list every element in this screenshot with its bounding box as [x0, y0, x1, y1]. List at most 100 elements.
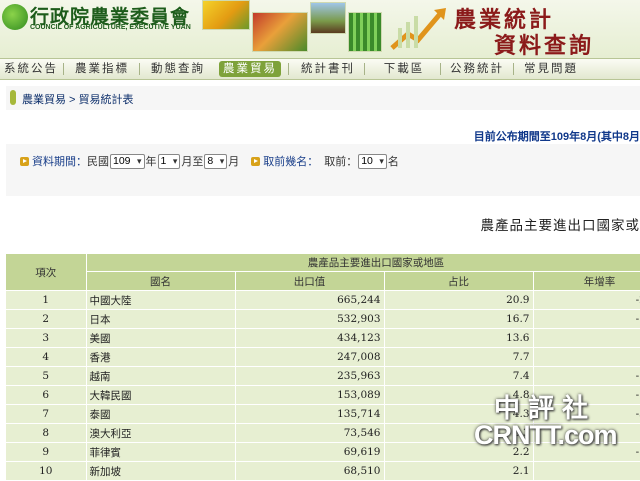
row-country: 中國大陸 [86, 290, 236, 310]
row-growth: -18.2 [533, 366, 640, 386]
row-share: 16.7 [384, 309, 534, 329]
row-country: 泰國 [86, 404, 236, 424]
row-export: 135,714 [235, 404, 385, 424]
row-index: 4 [6, 347, 87, 367]
col-header-share: 占比 [384, 271, 534, 291]
group-header: 農產品主要進出口國家或地區 [86, 254, 640, 272]
table-body: 1中國大陸665,24420.9-21.62日本532,90316.7-14.4… [6, 290, 640, 481]
row-growth: -14.4 [533, 309, 640, 329]
nav-divider [288, 63, 289, 75]
row-export: 665,244 [235, 290, 385, 310]
row-index: 6 [6, 385, 87, 405]
row-country: 越南 [86, 366, 236, 386]
watermark-en: CRNTT.com [474, 420, 618, 450]
nav-divider [440, 63, 441, 75]
table-row: 5越南235,9637.4-18.2 [6, 366, 640, 386]
row-share: 13.6 [384, 328, 534, 348]
row-index: 3 [6, 328, 87, 348]
breadcrumb[interactable]: 農業貿易 > 貿易統計表 [22, 91, 134, 107]
month-from-select[interactable]: 1 [157, 153, 181, 169]
nav-item-publications[interactable]: 統計書刊 [300, 61, 356, 77]
col-header-country: 國名 [86, 271, 236, 291]
row-country: 澳大利亞 [86, 423, 236, 443]
row-country: 大韓民國 [86, 385, 236, 405]
era-prefix: 民國 [87, 156, 109, 168]
month-to-label: 月至 [181, 156, 204, 168]
top-n-select[interactable]: 10 [358, 153, 387, 169]
row-index: 7 [6, 404, 87, 424]
row-growth: -21.6 [533, 290, 640, 310]
row-growth: 6.5 [533, 328, 640, 348]
nav-item-announcements[interactable]: 系統公告 [3, 61, 59, 77]
breadcrumb-bar: 農業貿易 > 貿易統計表 [6, 86, 640, 110]
period-label: 資料期間： [32, 156, 87, 168]
row-index: 5 [6, 366, 87, 386]
period-notice: 目前公布期間至109年8月(其中8月 [473, 131, 640, 143]
row-growth: -9.5 [533, 347, 640, 367]
nav-item-official-stats[interactable]: 公務統計 [449, 61, 505, 77]
nav-item-indicators[interactable]: 農業指標 [74, 61, 130, 77]
table-row: 1中國大陸665,24420.9-21.6 [6, 290, 640, 310]
nav-divider [364, 63, 365, 75]
nav-divider [63, 63, 64, 75]
breadcrumb-marker-icon [10, 90, 16, 105]
nav-divider [139, 63, 140, 75]
nav-item-faq[interactable]: 常見問題 [523, 61, 579, 77]
top-n-label: 取前幾名： [263, 156, 319, 168]
month-suffix: 月 [228, 156, 240, 168]
coa-logo-icon[interactable] [2, 4, 28, 30]
top-n-suffix: 名 [387, 156, 399, 168]
row-export: 73,546 [235, 423, 385, 443]
top-n-prefix: 取前： [324, 156, 358, 168]
cattle-photo [310, 2, 346, 34]
row-export: 153,089 [235, 385, 385, 405]
site-header: 行政院農業委員會 COUNCIL OF AGRICULTURE, EXECUTI… [0, 0, 640, 58]
table-row: 3美國434,12313.66.5 [6, 328, 640, 348]
query-filter-panel: 資料期間： 民國 109 年 1 月至 8 月 取前幾名： 取前： 10 名 [6, 144, 640, 196]
row-growth: 6.1 [533, 461, 640, 481]
col-header-growth: 年增率 [533, 271, 640, 291]
nav-item-downloads[interactable]: 下載區 [381, 61, 427, 77]
row-share: 2.1 [384, 461, 534, 481]
table-title: 農產品主要進出口國家或 [480, 218, 640, 233]
year-suffix: 年 [145, 156, 157, 168]
year-select[interactable]: 109 [110, 153, 145, 169]
growth-arrow-icon [390, 8, 446, 50]
nav-divider [513, 63, 514, 75]
row-index: 8 [6, 423, 87, 443]
row-index: 10 [6, 461, 87, 481]
row-country: 菲律賓 [86, 442, 236, 462]
row-index: 1 [6, 290, 87, 310]
row-share: 7.7 [384, 347, 534, 367]
main-nav: 系統公告 農業指標 動態查詢 農業貿易 統計書刊 下載區 公務統計 常見問題 [0, 58, 640, 80]
row-export: 235,963 [235, 366, 385, 386]
row-index: 2 [6, 309, 87, 329]
row-country: 香港 [86, 347, 236, 367]
site-title-line2: 資料查詢 [494, 33, 595, 58]
sunflower-photo [202, 0, 250, 30]
arrow-bullet-icon [20, 156, 29, 166]
row-export: 434,123 [235, 328, 385, 348]
row-country: 日本 [86, 309, 236, 329]
row-index: 9 [6, 442, 87, 462]
arrow-bullet-icon [251, 156, 261, 166]
filter-row: 資料期間： 民國 109 年 1 月至 8 月 取前幾名： 取前： 10 名 [20, 153, 399, 169]
row-country: 新加坡 [86, 461, 236, 481]
bamboo-photo [348, 12, 382, 52]
org-name-en: COUNCIL OF AGRICULTURE, EXECUTIVE YUAN [30, 24, 191, 31]
nav-item-dynamic-query[interactable]: 動態查詢 [150, 61, 206, 77]
col-header-index: 項次 [6, 254, 87, 291]
vegetables-photo [252, 12, 308, 52]
row-country: 美國 [86, 328, 236, 348]
row-export: 68,510 [235, 461, 385, 481]
row-export: 532,903 [235, 309, 385, 329]
month-to-select[interactable]: 8 [204, 153, 228, 169]
row-export: 247,008 [235, 347, 385, 367]
table-row: 4香港247,0087.7-9.5 [6, 347, 640, 367]
table-row: 10新加坡68,5102.16.1 [6, 461, 640, 481]
nav-item-agri-trade[interactable]: 農業貿易 [219, 61, 281, 77]
col-header-export: 出口值 [235, 271, 385, 291]
table-row: 2日本532,90316.7-14.4 [6, 309, 640, 329]
row-share: 20.9 [384, 290, 534, 310]
row-share: 7.4 [384, 366, 534, 386]
